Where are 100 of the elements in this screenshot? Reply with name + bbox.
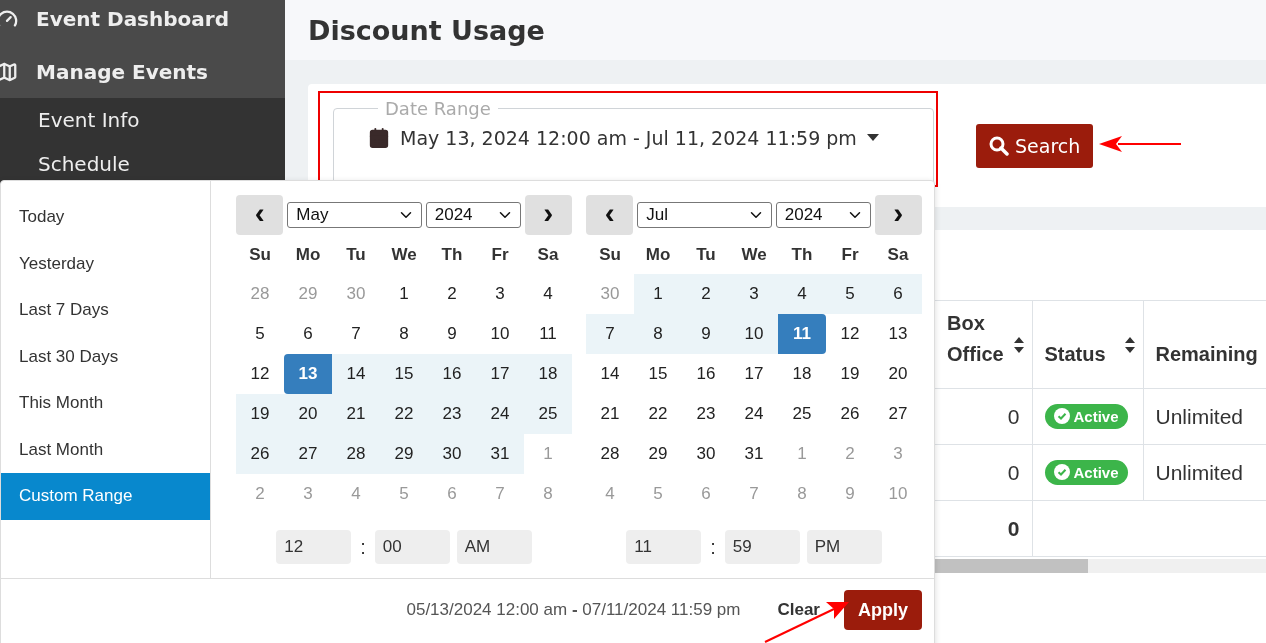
scrollbar[interactable] xyxy=(935,559,1266,573)
search-button[interactable]: Search xyxy=(976,123,1094,168)
calendar-day[interactable]: 11 xyxy=(778,314,826,354)
calendar-day[interactable]: 12 xyxy=(236,354,284,394)
column-header[interactable]: Status xyxy=(1032,300,1143,389)
calendar-day[interactable]: 2 xyxy=(428,274,476,314)
calendar-day[interactable]: 31 xyxy=(476,434,524,474)
range-option[interactable]: Last 30 Days xyxy=(1,333,210,380)
calendar-day[interactable]: 11 xyxy=(524,314,572,354)
calendar-day[interactable]: 6 xyxy=(874,274,922,314)
calendar-day[interactable]: 9 xyxy=(428,314,476,354)
calendar-day[interactable]: 12 xyxy=(826,314,874,354)
calendar-day[interactable]: 5 xyxy=(236,314,284,354)
weekday-label: Mo xyxy=(294,243,322,266)
year-select[interactable]: 2024 xyxy=(775,202,871,228)
apply-button[interactable]: Apply xyxy=(844,590,922,630)
calendar-day[interactable]: 7 xyxy=(586,314,634,354)
calendar-day[interactable]: 30 xyxy=(682,434,730,474)
next-month-button[interactable]: › xyxy=(524,195,572,235)
next-month-button[interactable]: › xyxy=(874,195,922,235)
hour-field[interactable]: 12 xyxy=(276,530,352,564)
calendar-day[interactable]: 20 xyxy=(874,354,922,394)
calendar-day[interactable]: 17 xyxy=(476,354,524,394)
calendar-day[interactable]: 25 xyxy=(778,394,826,434)
calendar-day[interactable]: 22 xyxy=(634,394,682,434)
calendar-day[interactable]: 28 xyxy=(332,434,380,474)
month-select[interactable]: Jul xyxy=(637,202,772,228)
minute-field[interactable]: 00 xyxy=(374,530,450,564)
calendar-day[interactable]: 25 xyxy=(524,394,572,434)
calendar-day[interactable]: 30 xyxy=(428,434,476,474)
calendar-day[interactable]: 7 xyxy=(332,314,380,354)
calendar-day[interactable]: 6 xyxy=(284,314,332,354)
calendar-day[interactable]: 18 xyxy=(778,354,826,394)
hour-field[interactable]: 11 xyxy=(626,530,702,564)
calendar-day[interactable]: 26 xyxy=(826,394,874,434)
calendar-day[interactable]: 14 xyxy=(586,354,634,394)
calendar-day[interactable]: 9 xyxy=(682,314,730,354)
calendar-day[interactable]: 15 xyxy=(380,354,428,394)
calendar-day[interactable]: 22 xyxy=(380,394,428,434)
selected-range-text: 05/13/2024 12:00 am - 07/11/2024 11:59 pm xyxy=(406,600,741,620)
calendar-day[interactable]: 21 xyxy=(332,394,380,434)
calendar-day[interactable]: 19 xyxy=(826,354,874,394)
calendar-day[interactable]: 5 xyxy=(826,274,874,314)
calendar-day[interactable]: 29 xyxy=(380,434,428,474)
calendar-day[interactable]: 1 xyxy=(634,274,682,314)
previous-month-button[interactable]: ‹ xyxy=(586,195,634,235)
calendar-day[interactable]: 8 xyxy=(380,314,428,354)
calendar-day[interactable]: 23 xyxy=(428,394,476,434)
range-option[interactable]: Today xyxy=(1,194,210,241)
sort-icon[interactable] xyxy=(1124,337,1135,353)
calendar-day[interactable]: 2 xyxy=(682,274,730,314)
calendar-day[interactable]: 13 xyxy=(284,354,332,394)
sidebar-subitem[interactable]: Event Info xyxy=(0,98,285,142)
calendar-day[interactable]: 16 xyxy=(682,354,730,394)
calendar-day[interactable]: 28 xyxy=(586,434,634,474)
calendar-day[interactable]: 19 xyxy=(236,394,284,434)
month-select[interactable]: May xyxy=(287,202,422,228)
calendar-day[interactable]: 27 xyxy=(284,434,332,474)
range-option[interactable]: Last Month xyxy=(1,426,210,473)
range-option[interactable]: Custom Range xyxy=(1,473,210,520)
calendar-day[interactable]: 21 xyxy=(586,394,634,434)
time-separator: : xyxy=(709,535,717,559)
year-select[interactable]: 2024 xyxy=(425,202,521,228)
calendar-day[interactable]: 24 xyxy=(476,394,524,434)
page-title: Discount Usage xyxy=(308,14,545,46)
calendar-day[interactable]: 29 xyxy=(634,434,682,474)
calendar-day[interactable]: 20 xyxy=(284,394,332,434)
sidebar-item[interactable]: Event Dashboard xyxy=(0,0,285,45)
calendar-day[interactable]: 10 xyxy=(476,314,524,354)
calendar-day[interactable]: 3 xyxy=(476,274,524,314)
range-option[interactable]: Yesterday xyxy=(1,240,210,287)
calendar-day[interactable]: 4 xyxy=(778,274,826,314)
minute-field[interactable]: 59 xyxy=(724,530,800,564)
column-header[interactable]: Remaining xyxy=(1143,300,1266,389)
calendar-day[interactable]: 13 xyxy=(874,314,922,354)
calendar-day[interactable]: 3 xyxy=(730,274,778,314)
sort-icon[interactable] xyxy=(1013,337,1024,353)
calendar-day[interactable]: 26 xyxy=(236,434,284,474)
calendar-day[interactable]: 10 xyxy=(730,314,778,354)
range-option[interactable]: This Month xyxy=(1,380,210,427)
calendar-icon xyxy=(368,127,390,149)
calendar-day[interactable]: 31 xyxy=(730,434,778,474)
range-option[interactable]: Last 7 Days xyxy=(1,287,210,334)
ampm-field[interactable]: AM xyxy=(456,530,532,564)
calendar-day[interactable]: 4 xyxy=(524,274,572,314)
clear-button[interactable]: Clear xyxy=(777,600,820,620)
calendar-day[interactable]: 15 xyxy=(634,354,682,394)
calendar-day[interactable]: 17 xyxy=(730,354,778,394)
calendar-day[interactable]: 18 xyxy=(524,354,572,394)
calendar-day[interactable]: 23 xyxy=(682,394,730,434)
calendar-day[interactable]: 14 xyxy=(332,354,380,394)
calendar-day[interactable]: 27 xyxy=(874,394,922,434)
calendar-day[interactable]: 24 xyxy=(730,394,778,434)
calendar-day[interactable]: 1 xyxy=(380,274,428,314)
calendar-day[interactable]: 16 xyxy=(428,354,476,394)
calendar-day[interactable]: 8 xyxy=(634,314,682,354)
previous-month-button[interactable]: ‹ xyxy=(236,195,284,235)
sidebar-item[interactable]: Manage Events xyxy=(0,45,285,98)
search-icon xyxy=(989,135,1009,156)
ampm-field[interactable]: PM xyxy=(806,530,882,564)
